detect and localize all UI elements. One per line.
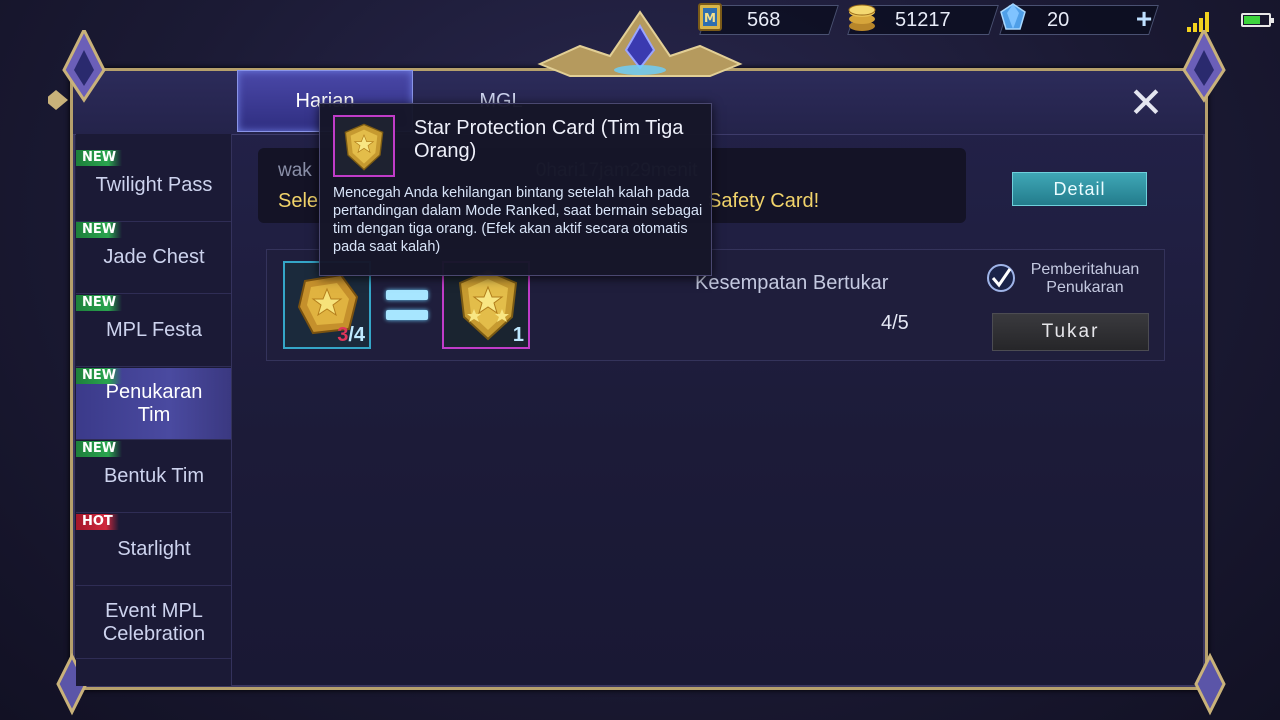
exchange-chance-label: Kesempatan Bertukar [695, 272, 889, 294]
new-badge: NEW [76, 368, 123, 384]
cost-item-owned: 3 [337, 324, 349, 346]
reward-item-count: 1 [513, 324, 524, 347]
sidebar-item-mpl-festa[interactable]: NEW MPL Festa [76, 295, 231, 367]
sidebar-item-event-mpl-celebration[interactable]: Event MPL Celebration [76, 587, 231, 659]
new-badge: NEW [76, 150, 123, 166]
battery-icon [1241, 13, 1274, 27]
cost-item-count: 3/4 [337, 324, 365, 347]
sidebar-item-label: Jade Chest [103, 246, 205, 268]
gold-coin-icon [848, 4, 876, 31]
add-diamonds-button[interactable]: + [1132, 5, 1156, 33]
sidebar-item-jade-chest[interactable]: NEW Jade Chest [76, 222, 231, 294]
sidebar-item-label: Starlight [117, 538, 191, 560]
sidebar-item-label: MPL Festa [106, 319, 202, 341]
star-protection-card-icon [344, 123, 384, 171]
event-time-prefix: wak [278, 160, 312, 181]
exchange-button-label: Tukar [1041, 321, 1100, 342]
diamond-icon [1000, 3, 1026, 30]
svg-text:M: M [704, 11, 716, 25]
new-badge: NEW [76, 295, 123, 311]
item-tooltip: Star Protection Card (Tim Tiga Orang) Me… [319, 103, 712, 276]
ticket-icon: M [698, 3, 722, 31]
frame-corner-ornament-icon [1182, 30, 1226, 103]
notify-checkbox-label: Pemberitahuan Penukaran [1030, 261, 1140, 296]
notify-checkbox[interactable] [987, 264, 1015, 292]
tooltip-description: Mencegah Anda kehilangan bintang setelah… [333, 185, 703, 255]
exchange-button[interactable]: Tukar [992, 313, 1149, 351]
sidebar-item-label: Penukaran Tim [105, 380, 203, 426]
ticket-value: 568 [747, 8, 781, 31]
close-button[interactable]: ✕ [1128, 82, 1164, 124]
detail-button[interactable]: Detail [1012, 172, 1147, 206]
new-badge: NEW [76, 441, 123, 457]
sidebar-item-label: Event MPL Celebration [102, 599, 206, 645]
frame-corner-ornament-icon [48, 30, 106, 110]
equals-icon [386, 288, 428, 324]
sidebar-item-bentuk-tim[interactable]: NEW Bentuk Tim [76, 441, 231, 513]
new-badge: NEW [76, 222, 123, 238]
hot-badge: HOT [76, 514, 119, 530]
event-description-prefix: Sele [278, 190, 319, 212]
reward-item-quantity: 1 [512, 324, 524, 346]
tooltip-title: Star Protection Card (Tim Tiga Orang) [414, 117, 684, 162]
tooltip-item-frame [333, 115, 395, 177]
battle-points-value: 51217 [895, 8, 951, 31]
cost-item-required: /4 [348, 324, 365, 346]
sidebar-item-label: Bentuk Tim [103, 465, 205, 487]
exchange-chance-value: 4/5 [881, 312, 909, 334]
sidebar-item-starlight[interactable]: HOT Starlight [76, 514, 231, 586]
signal-icon [1187, 12, 1215, 32]
detail-button-label: Detail [1053, 178, 1106, 199]
event-description-suffix: Safety Card! [708, 190, 820, 212]
checkmark-icon [991, 268, 1012, 288]
diamond-value: 20 [1047, 8, 1070, 31]
sidebar-item-twilight-pass[interactable]: NEW Twilight Pass [76, 150, 231, 222]
sidebar-item-label: Twilight Pass [95, 174, 213, 196]
sidebar-item-penukaran-tim[interactable]: NEW Penukaran Tim [76, 368, 231, 440]
event-sidebar: NEW Twilight Pass NEW Jade Chest NEW MPL… [76, 134, 232, 686]
frame-corner-ornament-icon [1194, 652, 1226, 716]
